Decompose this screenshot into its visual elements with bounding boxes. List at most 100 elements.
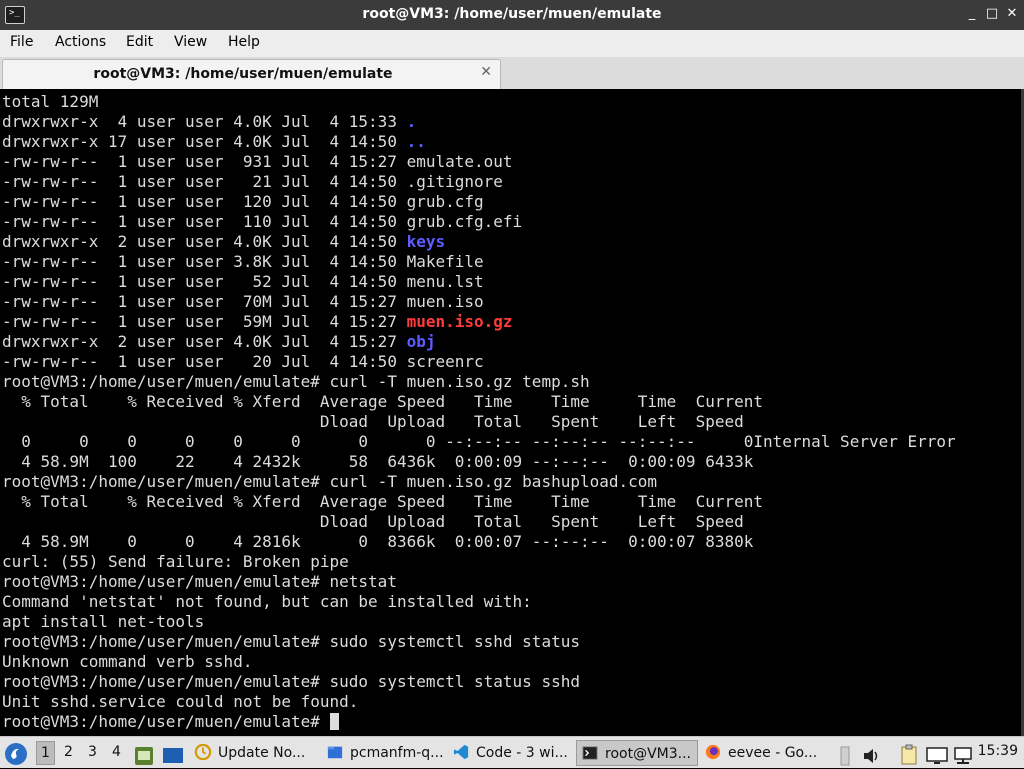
terminal-line: total 129M <box>2 92 956 112</box>
task-label: root@VM3... <box>605 746 691 762</box>
update-icon <box>194 744 212 760</box>
terminal-line: -rw-rw-r-- 1 user user 21 Jul 4 14:50 .g… <box>2 172 956 192</box>
terminal-line-text: root@VM3:/home/user/muen/emulate# netsta… <box>2 572 397 591</box>
terminal-line: root@VM3:/home/user/muen/emulate# sudo s… <box>2 632 956 652</box>
file-manager-icon[interactable] <box>134 743 154 769</box>
directory-name: obj <box>406 332 436 351</box>
maximize-button[interactable]: □ <box>984 5 1000 23</box>
terminal-line-text: % Total % Received % Xferd Average Speed… <box>2 492 763 511</box>
terminal-line-text: Unit sshd.service could not be found. <box>2 692 359 711</box>
terminal-line-text: root@VM3:/home/user/muen/emulate# sudo s… <box>2 632 580 651</box>
tab-bar: root@VM3: /home/user/muen/emulate ✕ <box>0 57 1024 90</box>
terminal-line: Unit sshd.service could not be found. <box>2 692 956 712</box>
terminal-line: Dload Upload Total Spent Left Speed <box>2 412 956 432</box>
terminal-line-text: 0 0 0 0 0 0 0 0 --:--:-- --:--:-- --:--:… <box>2 432 956 451</box>
minimize-button[interactable]: _ <box>964 5 980 23</box>
terminal-line-text: curl: (55) Send failure: Broken pipe <box>2 552 349 571</box>
terminal-line-text: Unknown command verb sshd. <box>2 652 253 671</box>
terminal-line: -rw-rw-r-- 1 user user 20 Jul 4 14:50 sc… <box>2 352 956 372</box>
terminal-line-text: root@VM3:/home/user/muen/emulate# curl -… <box>2 372 590 391</box>
terminal-line-text: drwxrwxr-x 2 user user 4.0K Jul 4 14:50 <box>2 232 407 251</box>
terminal-line: root@VM3:/home/user/muen/emulate# <box>2 712 956 732</box>
terminal-line-text: drwxrwxr-x 17 user user 4.0K Jul 4 14:50 <box>2 132 407 151</box>
terminal-line-text: -rw-rw-r-- 1 user user 120 Jul 4 14:50 g… <box>2 192 484 211</box>
terminal-line-text: drwxrwxr-x 2 user user 4.0K Jul 4 15:27 <box>2 332 407 351</box>
task-label: Code - 3 wi... <box>476 745 568 761</box>
clipboard-icon[interactable] <box>900 742 918 768</box>
task-label: pcmanfm-q... <box>350 745 444 761</box>
terminal-line: % Total % Received % Xferd Average Speed… <box>2 492 956 512</box>
clock: 15:39 <box>977 743 1018 759</box>
directory-name: .. <box>406 132 426 151</box>
menu-edit[interactable]: Edit <box>126 34 153 50</box>
terminal-line: Dload Upload Total Spent Left Speed <box>2 512 956 532</box>
window-title: root@VM3: /home/user/muen/emulate <box>362 6 662 22</box>
task-file-manager[interactable]: pcmanfm-q... <box>326 740 448 766</box>
firefox-icon <box>705 744 721 760</box>
task-terminal[interactable]: root@VM3... <box>576 740 698 766</box>
taskbar: 1 2 3 4 Update No... pcmanfm-q... Code -… <box>0 736 1024 768</box>
start-menu-icon[interactable] <box>4 741 28 767</box>
workspace-1[interactable]: 1 <box>36 741 55 765</box>
terminal-line-text: -rw-rw-r-- 1 user user 110 Jul 4 14:50 g… <box>2 212 523 231</box>
terminal-line-text: root@VM3:/home/user/muen/emulate# sudo s… <box>2 672 580 691</box>
task-update-notifier[interactable]: Update No... <box>194 740 322 766</box>
terminal-line-text: Dload Upload Total Spent Left Speed <box>2 412 744 431</box>
speaker-icon[interactable] <box>862 743 882 769</box>
terminal-line: Unknown command verb sshd. <box>2 652 956 672</box>
terminal-line: apt install net-tools <box>2 612 956 632</box>
task-label: eevee - Go... <box>728 745 818 761</box>
terminal-line: -rw-rw-r-- 1 user user 931 Jul 4 15:27 e… <box>2 152 956 172</box>
close-button[interactable]: ✕ <box>1004 5 1020 23</box>
terminal-icon <box>582 746 598 760</box>
menu-file[interactable]: File <box>10 34 33 50</box>
workspace-3[interactable]: 3 <box>88 744 97 760</box>
terminal-line: 4 58.9M 100 22 4 2432k 58 6436k 0:00:09 … <box>2 452 956 472</box>
menu-actions[interactable]: Actions <box>55 34 106 50</box>
terminal-line-text: -rw-rw-r-- 1 user user 70M Jul 4 15:27 m… <box>2 292 484 311</box>
folder-icon <box>327 746 343 759</box>
task-firefox[interactable]: eevee - Go... <box>704 740 832 766</box>
display-icon[interactable] <box>926 743 948 769</box>
terminal-cursor <box>329 713 339 730</box>
terminal-line: root@VM3:/home/user/muen/emulate# curl -… <box>2 372 956 392</box>
terminal-line: 4 58.9M 0 0 4 2816k 0 8366k 0:00:07 --:-… <box>2 532 956 552</box>
terminal-line: -rw-rw-r-- 1 user user 59M Jul 4 15:27 m… <box>2 312 956 332</box>
terminal-line: drwxrwxr-x 2 user user 4.0K Jul 4 15:27 … <box>2 332 956 352</box>
terminal-line-text: drwxrwxr-x 4 user user 4.0K Jul 4 15:33 <box>2 112 407 131</box>
terminal-line-text: -rw-rw-r-- 1 user user 3.8K Jul 4 14:50 … <box>2 252 484 271</box>
task-label: Update No... <box>218 745 306 761</box>
terminal-line: drwxrwxr-x 2 user user 4.0K Jul 4 14:50 … <box>2 232 956 252</box>
terminal-output[interactable]: total 129M drwxrwxr-x 4 user user 4.0K Ju… <box>0 89 1021 736</box>
terminal-tab[interactable]: root@VM3: /home/user/muen/emulate ✕ <box>2 59 501 90</box>
tab-close-icon[interactable]: ✕ <box>480 64 492 80</box>
terminal-line-text: 4 58.9M 100 22 4 2432k 58 6436k 0:00:09 … <box>2 452 754 471</box>
menu-help[interactable]: Help <box>228 34 260 50</box>
workspace-4[interactable]: 4 <box>112 744 121 760</box>
terminal-line: drwxrwxr-x 17 user user 4.0K Jul 4 14:50… <box>2 132 956 152</box>
menu-view[interactable]: View <box>174 34 207 50</box>
terminal-line: root@VM3:/home/user/muen/emulate# netsta… <box>2 572 956 592</box>
terminal-line-text: root@VM3:/home/user/muen/emulate# <box>2 712 330 731</box>
terminal-line-text: Command 'netstat' not found, but can be … <box>2 592 532 611</box>
terminal-line-text: -rw-rw-r-- 1 user user 931 Jul 4 15:27 e… <box>2 152 513 171</box>
terminal-line-text: Dload Upload Total Spent Left Speed <box>2 512 744 531</box>
tab-label: root@VM3: /home/user/muen/emulate <box>93 66 393 82</box>
volume-slider-icon[interactable] <box>838 743 852 769</box>
terminal-line-text: apt install net-tools <box>2 612 205 631</box>
task-vscode[interactable]: Code - 3 wi... <box>452 740 570 766</box>
terminal-line-text: -rw-rw-r-- 1 user user 20 Jul 4 14:50 sc… <box>2 352 484 371</box>
terminal-line-text: total 129M <box>2 92 99 111</box>
terminal-line-text: % Total % Received % Xferd Average Speed… <box>2 392 763 411</box>
menu-bar: File Actions Edit View Help <box>0 30 1024 57</box>
directory-name: . <box>406 112 417 131</box>
network-icon[interactable] <box>952 743 974 769</box>
workspace-2[interactable]: 2 <box>64 744 73 760</box>
show-desktop-icon[interactable] <box>162 743 184 769</box>
terminal-line: -rw-rw-r-- 1 user user 52 Jul 4 14:50 me… <box>2 272 956 292</box>
terminal-line: root@VM3:/home/user/muen/emulate# curl -… <box>2 472 956 492</box>
terminal-line: 0 0 0 0 0 0 0 0 --:--:-- --:--:-- --:--:… <box>2 432 956 452</box>
vscode-icon <box>453 744 469 760</box>
terminal-line-text: -rw-rw-r-- 1 user user 52 Jul 4 14:50 me… <box>2 272 484 291</box>
terminal-line: Command 'netstat' not found, but can be … <box>2 592 956 612</box>
